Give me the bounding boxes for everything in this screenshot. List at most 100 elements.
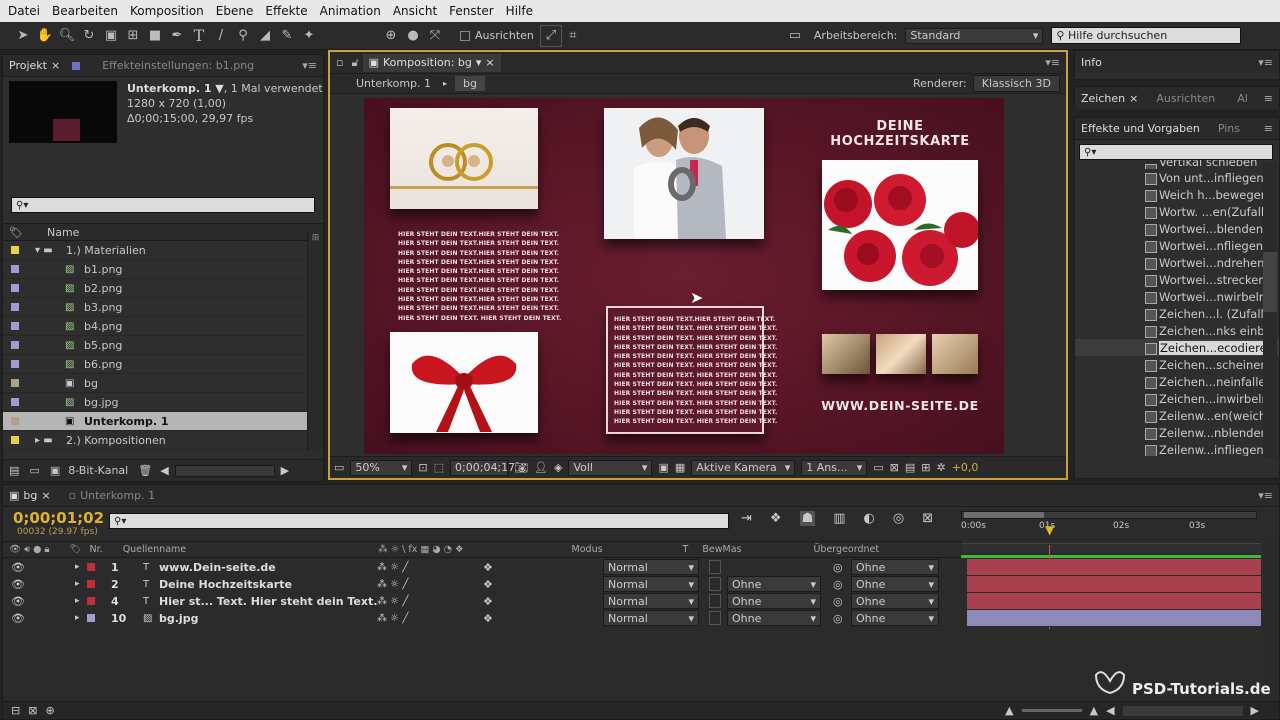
panel-menu-icon[interactable]: ▾≡ xyxy=(296,59,323,72)
new-folder-icon[interactable]: ▭ xyxy=(29,464,39,477)
label-color-swatch[interactable] xyxy=(86,580,95,588)
label-color-swatch[interactable] xyxy=(11,417,19,425)
layer-switches[interactable]: ⁂ ☼ ╱ xyxy=(377,579,408,590)
lock-icon[interactable]: 🔓︎ xyxy=(351,56,358,70)
tab-timeline-bg[interactable]: ▣ bg × xyxy=(3,489,57,502)
expand-arrow-icon[interactable]: ▸ xyxy=(75,579,80,589)
label-color-swatch[interactable] xyxy=(11,360,19,368)
timeline-layer-row[interactable]: 👁︎ ▸ 1 Twww.Dein-seite.de ⁂ ☼ ╱ ❖ Normal ▾ ◎ Ohne… xyxy=(3,559,961,576)
menu-item-7[interactable]: Fenster xyxy=(443,4,500,18)
tab-effect-controls[interactable]: Effekteinstellungen: b1.png xyxy=(66,59,260,72)
close-icon[interactable]: × xyxy=(485,56,494,69)
bit-depth[interactable]: 8-Bit-Kanal xyxy=(68,464,128,477)
layer-duration-bar[interactable] xyxy=(967,559,1261,576)
parent-select[interactable]: Ohne ▾ xyxy=(851,576,939,592)
name-column-header[interactable]: Name xyxy=(47,226,79,239)
pickwhip-icon[interactable]: ◎ xyxy=(833,561,843,574)
exposure-value[interactable]: +0,0 xyxy=(952,461,979,474)
panel-menu-icon[interactable]: ▾≡ xyxy=(1039,56,1066,69)
menu-item-3[interactable]: Ebene xyxy=(210,4,260,18)
menu-item-6[interactable]: Ansicht xyxy=(387,4,443,18)
align-checkbox[interactable] xyxy=(460,30,470,41)
scroll-left-icon[interactable]: ◀ xyxy=(160,464,168,477)
breadcrumb-unterkomp[interactable]: Unterkomp. 1 xyxy=(356,77,431,90)
effect-preset-item[interactable]: Zeichen...nks einbl xyxy=(1075,322,1279,339)
label-color-swatch[interactable] xyxy=(11,398,19,406)
text-tool-icon[interactable]: T xyxy=(188,25,210,47)
new-comp-icon[interactable]: ▣ xyxy=(50,464,60,477)
label-color-swatch[interactable] xyxy=(11,341,19,349)
preserve-transparency-box[interactable] xyxy=(709,560,721,574)
view-layout-select[interactable]: 1 Ans... ▾ xyxy=(801,459,868,476)
label-color-swatch[interactable] xyxy=(11,379,19,387)
horizontal-scrollbar[interactable] xyxy=(174,464,275,477)
effect-preset-item[interactable]: Zeichen...neinfallen xyxy=(1075,373,1279,390)
label-color-swatch[interactable] xyxy=(11,265,19,273)
snapshot-icon[interactable]: 📷︎ xyxy=(514,461,528,474)
composition-viewer[interactable]: DEINE HOCHZEITSKARTE HIER STEHT DEIN TEX… xyxy=(330,94,1066,454)
track-matte-select[interactable]: Ohne ▾ xyxy=(727,610,821,626)
camera-tool-icon[interactable]: ▣ xyxy=(100,25,122,47)
frame-blending-icon[interactable]: ▥ xyxy=(833,511,845,526)
mode-column-header[interactable]: Modus xyxy=(572,544,603,555)
renderer-button[interactable]: Klassisch 3D xyxy=(972,75,1060,92)
layer-name[interactable]: www.Dein-seite.de xyxy=(159,561,276,574)
trash-icon[interactable]: 🗑︎ xyxy=(138,464,152,477)
tab-ausrichten[interactable]: Ausrichten xyxy=(1150,92,1221,105)
timeline-timecode[interactable]: 0;00;01;02 xyxy=(13,509,104,527)
3d-layer-icon[interactable]: ❖ xyxy=(483,612,493,625)
selection-tool-icon[interactable]: ➤ xyxy=(12,25,34,47)
project-scrollbar[interactable]: ⊞ xyxy=(307,233,323,451)
tab-info[interactable]: Info xyxy=(1075,56,1108,69)
menu-item-2[interactable]: Komposition xyxy=(124,4,210,18)
panel-menu-icon[interactable]: ▾≡ xyxy=(1252,489,1279,502)
label-color-swatch[interactable] xyxy=(11,322,19,330)
menu-item-0[interactable]: Datei xyxy=(0,4,46,18)
project-item[interactable]: ▸ ▬ 2.) Kompositionen xyxy=(3,431,307,450)
brush-tool-icon[interactable]: / xyxy=(210,25,232,47)
tab-al[interactable]: Al xyxy=(1231,92,1254,105)
panel-menu-icon[interactable]: ▾≡ xyxy=(1252,56,1279,69)
scroll-left-icon[interactable]: ◀ xyxy=(1106,704,1114,717)
zoom-tool-icon[interactable]: 🔍︎ xyxy=(56,25,78,47)
project-item[interactable]: ▣ Unterkomp. 1 xyxy=(3,412,307,431)
expand-icon[interactable]: ⌗ xyxy=(562,25,584,47)
tab-project[interactable]: Projekt × xyxy=(3,59,66,72)
layer-name[interactable]: bg.jpg xyxy=(159,612,198,625)
eye-icon[interactable]: 👁︎ xyxy=(11,595,25,608)
3d-layer-icon[interactable]: ❖ xyxy=(483,595,493,608)
stamp-tool-icon[interactable]: ⚲ xyxy=(232,25,254,47)
transparency-grid-icon[interactable]: ▦ xyxy=(675,461,685,474)
effect-preset-item[interactable]: Von unt...infliegen xyxy=(1075,169,1279,186)
label-color-swatch[interactable] xyxy=(86,597,95,605)
chevron-down-icon[interactable]: ▾ xyxy=(476,56,482,69)
timeline-hscroll[interactable] xyxy=(1122,705,1243,716)
flowchart-icon[interactable]: ⊞ xyxy=(921,461,930,474)
menu-item-1[interactable]: Bearbeiten xyxy=(46,4,124,18)
label-color-swatch[interactable] xyxy=(86,563,95,571)
hierarchy-icon[interactable]: ⊞ xyxy=(308,233,323,243)
workspace-icon[interactable]: ▭ xyxy=(784,25,806,47)
project-item[interactable]: ▨ b6.png xyxy=(3,355,307,374)
project-item[interactable]: ▨ b5.png xyxy=(3,336,307,355)
zoom-select[interactable]: 50% ▾ xyxy=(350,459,413,476)
workspace-select[interactable]: Standard ▾ xyxy=(905,27,1044,44)
breadcrumb-bg[interactable]: bg xyxy=(455,76,486,91)
resolution-select[interactable]: Voll ▾ xyxy=(568,459,653,476)
blend-mode-select[interactable]: Normal ▾ xyxy=(603,576,699,592)
eye-icon[interactable]: 👁︎ xyxy=(11,561,25,574)
track-matte-select[interactable]: Ohne ▾ xyxy=(727,576,821,592)
layer-duration-bar[interactable] xyxy=(967,576,1261,593)
effect-preset-item[interactable]: Zeichen...ecodieren xyxy=(1075,339,1279,356)
project-search-input[interactable]: ⚲▾ xyxy=(11,197,315,213)
tab-zeichen[interactable]: Zeichen × xyxy=(1075,92,1144,105)
expand-arrow-icon[interactable]: ▸ xyxy=(75,596,80,606)
comp-mini-flowchart-icon[interactable]: ⇥ xyxy=(741,511,752,526)
scroll-right-icon[interactable]: ▶ xyxy=(1251,704,1259,717)
layer-name[interactable]: Deine Hochzeitskarte xyxy=(159,578,292,591)
expand-layer-switches-icon[interactable]: ⊟ xyxy=(11,704,20,717)
viewer-lock-icon[interactable]: ▫ xyxy=(336,56,343,69)
layer-switches[interactable]: ⁂ ☼ ╱ xyxy=(377,562,408,573)
effect-preset-item[interactable]: Wortwei...strecken xyxy=(1075,271,1279,288)
project-item[interactable]: ▨ b3.png xyxy=(3,298,307,317)
